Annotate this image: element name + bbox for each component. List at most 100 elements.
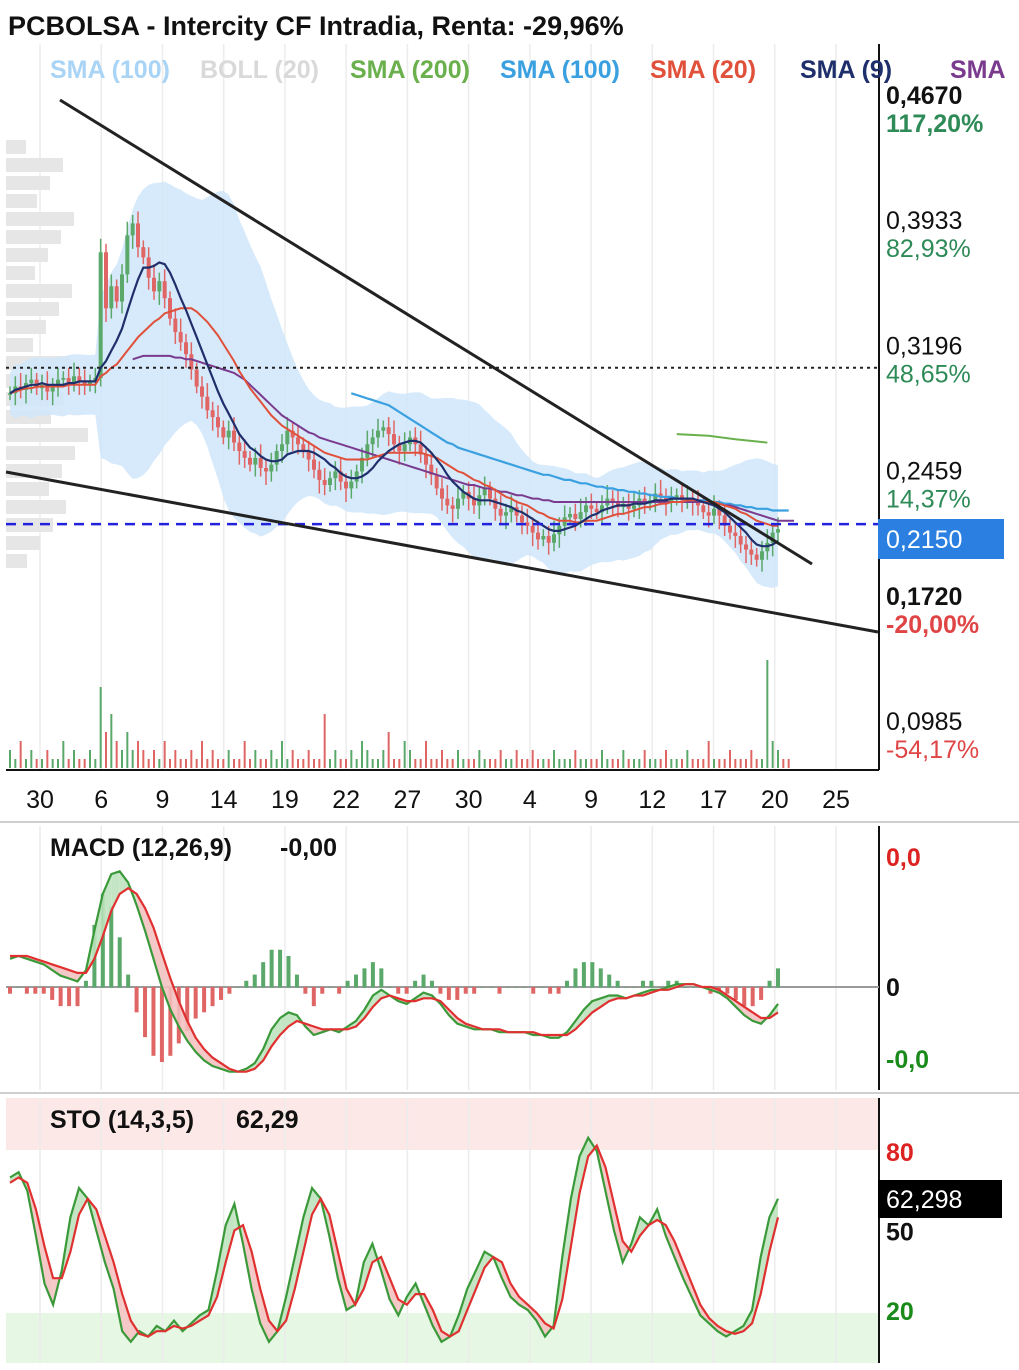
candle-body xyxy=(482,488,487,496)
macd-histogram-bar xyxy=(767,980,772,988)
macd-histogram-bar xyxy=(396,987,401,994)
candle-body xyxy=(285,430,290,445)
candle-body xyxy=(706,512,711,516)
candle-body xyxy=(354,471,359,482)
volume-bar xyxy=(89,750,91,768)
price-tick-label: 0,1720 xyxy=(886,583,962,611)
candle-body xyxy=(141,247,146,258)
volume-bar xyxy=(521,759,523,768)
macd-histogram-bar xyxy=(83,980,88,988)
macd-histogram-bar xyxy=(362,968,367,988)
candle-body xyxy=(744,544,748,550)
volume-bar xyxy=(318,759,321,768)
candle-body xyxy=(632,505,636,509)
volume-bar xyxy=(339,759,342,768)
chart-title: PCBOLSA - Intercity CF Intradia, Renta: … xyxy=(8,11,624,41)
x-tick-label: 19 xyxy=(271,786,299,814)
volume-bar xyxy=(30,750,33,768)
macd-value: -0,00 xyxy=(280,834,337,862)
candle-body xyxy=(386,427,391,435)
macd-histogram-bar xyxy=(531,987,536,994)
volume-bar xyxy=(259,759,262,768)
volume-bar xyxy=(105,732,107,768)
volume-bar xyxy=(121,750,123,768)
macd-histogram-bar xyxy=(210,987,215,1007)
volume-profile-bar xyxy=(6,302,59,316)
sto-title: STO (14,3,5) xyxy=(50,1106,194,1134)
candle-body xyxy=(450,505,455,509)
price-tick-label: 0,3196 xyxy=(886,332,962,360)
macd-histogram-bar xyxy=(159,987,164,1063)
macd-histogram-bar xyxy=(75,987,80,1007)
volume-bar xyxy=(755,759,758,768)
macd-histogram-bar xyxy=(252,974,257,988)
volume-bar xyxy=(265,759,267,768)
candle-body xyxy=(402,444,407,452)
macd-tick-label: 0,0 xyxy=(886,844,921,872)
candle-body xyxy=(589,505,594,509)
candle-body xyxy=(242,451,247,458)
volume-bar xyxy=(563,759,566,768)
macd-histogram-bar xyxy=(218,987,223,1000)
candle-body xyxy=(381,427,386,431)
macd-histogram-bar xyxy=(278,949,283,988)
candle-body xyxy=(168,298,172,319)
volume-bar xyxy=(505,759,507,768)
candle-body xyxy=(440,488,444,499)
legend-entry: BOLL (20) xyxy=(200,56,319,84)
volume-bar xyxy=(441,750,443,768)
volume-bar xyxy=(611,759,614,768)
volume-bar xyxy=(334,750,337,768)
volume-bar xyxy=(734,759,737,768)
volume-bar xyxy=(739,759,742,768)
x-tick-label: 30 xyxy=(455,786,483,814)
volume-profile-bar xyxy=(6,536,40,550)
volume-bar xyxy=(281,741,283,768)
volume-bar xyxy=(622,750,625,768)
x-tick-label: 22 xyxy=(332,786,360,814)
x-tick-label: 9 xyxy=(156,786,170,814)
volume-bar xyxy=(670,759,673,768)
candle-body xyxy=(728,525,732,533)
price-tick-percent: 14,37% xyxy=(886,486,971,514)
volume-bar xyxy=(515,750,518,768)
macd-histogram-bar xyxy=(556,987,561,994)
candle-body xyxy=(712,508,716,516)
volume-bar xyxy=(254,750,257,768)
volume-bar xyxy=(217,759,219,768)
x-tick-label: 12 xyxy=(638,786,666,814)
macd-histogram-bar xyxy=(387,987,392,988)
volume-bar xyxy=(361,741,363,768)
volume-bar xyxy=(451,759,454,768)
volume-bar xyxy=(659,759,662,768)
volume-bar xyxy=(542,759,545,768)
volume-bar xyxy=(131,750,134,768)
volume-profile-bar xyxy=(6,212,74,226)
candle-body xyxy=(328,478,332,486)
volume-bar xyxy=(382,750,385,768)
volume-bar xyxy=(414,759,417,768)
volume-bar xyxy=(446,759,449,768)
macd-histogram-bar xyxy=(725,987,730,994)
macd-histogram-bar xyxy=(244,980,249,988)
volume-bar xyxy=(777,750,779,768)
legend-entry: SMA (100) xyxy=(500,56,620,84)
current-price-label: 0,2150 xyxy=(886,526,962,554)
macd-histogram-bar xyxy=(286,955,291,988)
legend-entry: SMA (20) xyxy=(650,56,756,84)
volume-profile-bar xyxy=(6,248,48,262)
macd-histogram-bar xyxy=(539,987,544,988)
volume-bar xyxy=(574,750,577,768)
macd-histogram-bar xyxy=(624,987,629,988)
candle-body xyxy=(258,457,263,469)
volume-bar xyxy=(457,750,459,768)
macd-histogram-bar xyxy=(548,987,553,994)
volume-bar xyxy=(371,759,374,768)
chart-svg[interactable]: PCBOLSA - Intercity CF Intradia, Renta: … xyxy=(0,0,1019,1370)
candle-body xyxy=(205,396,210,411)
volume-bar xyxy=(302,759,305,768)
price-tick-label: 0,2459 xyxy=(886,458,962,486)
macd-histogram-bar xyxy=(269,949,274,988)
candle-body xyxy=(125,235,130,275)
volume-bar xyxy=(643,750,646,768)
